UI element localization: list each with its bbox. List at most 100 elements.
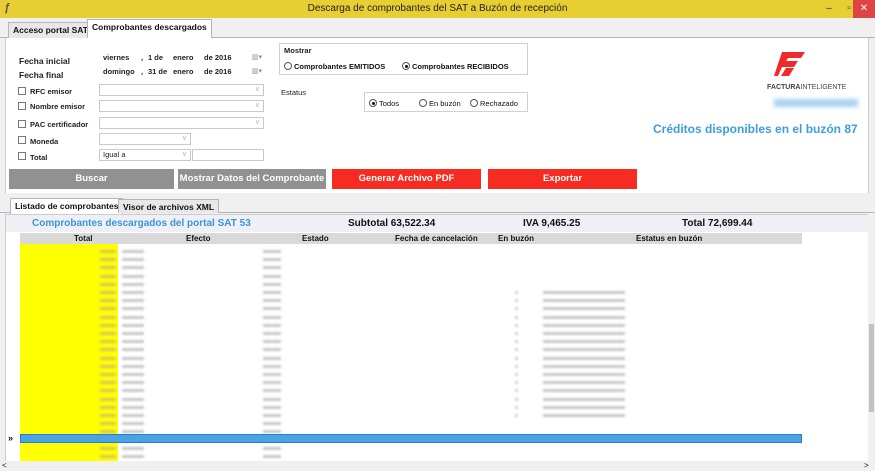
blurred-cell [263, 430, 281, 434]
col-estatus-buzon[interactable]: Estatus en buzón [636, 234, 702, 243]
radio-comprobantes-recibidos[interactable]: Comprobantes RECIBIDOS [402, 62, 509, 71]
tab-visor-xml[interactable]: Visor de archivos XML [118, 199, 220, 213]
table-row[interactable] [20, 378, 802, 386]
blurred-cell [263, 414, 281, 417]
scroll-right-icon[interactable]: > [864, 461, 869, 470]
generar-pdf-button[interactable]: Generar Archivo PDF [332, 169, 481, 189]
nombre-emisor-checkbox[interactable] [18, 102, 26, 110]
table-row[interactable] [20, 337, 802, 345]
table-row[interactable] [20, 255, 802, 263]
table-row[interactable] [20, 354, 802, 362]
moneda-checkbox[interactable] [18, 136, 26, 144]
pac-certificador-label: PAC certificador [30, 120, 89, 129]
table-row[interactable] [20, 386, 802, 394]
mostrar-group: Mostrar Comprobantes EMITIDOS Comprobant… [279, 43, 528, 75]
minimize-button[interactable]: – [818, 0, 840, 18]
fecha-final-year: de 2016 [204, 67, 232, 76]
table-row[interactable] [20, 304, 802, 312]
fecha-final-picker[interactable]: domingo , 31 de enero de 2016 ▥▾ [99, 66, 264, 78]
total-operator-select[interactable]: Igual a ∨ [99, 149, 191, 161]
blurred-cell [515, 323, 518, 327]
blurred-cell [543, 315, 625, 319]
blurred-cell [263, 455, 281, 458]
table-row[interactable] [20, 370, 802, 378]
total-amount-input[interactable] [192, 149, 264, 161]
fecha-inicial-picker[interactable]: viernes , 1 de enero de 2016 ▥▾ [99, 52, 264, 64]
table-row[interactable] [20, 411, 802, 419]
pac-certificador-checkbox[interactable] [18, 120, 26, 128]
radio-estatus-rechazado[interactable]: Rechazado [470, 99, 518, 108]
fecha-final-weekday: domingo [103, 67, 135, 76]
moneda-select[interactable]: ∨ [99, 133, 191, 145]
calendar-dropdown-icon[interactable]: ▥▾ [252, 53, 262, 63]
col-total[interactable]: Total [74, 234, 93, 243]
table-row[interactable] [20, 247, 802, 255]
col-efecto[interactable]: Efecto [186, 234, 210, 243]
blurred-cell [543, 291, 625, 294]
tab-listado-comprobantes[interactable]: Listado de comprobantes [10, 198, 124, 214]
radio-estatus-todos[interactable]: Todos [369, 99, 399, 108]
total-checkbox[interactable] [18, 152, 26, 160]
pac-certificador-select[interactable]: ∨ [99, 117, 264, 129]
nombre-emisor-select[interactable]: ∨ [99, 100, 264, 112]
moneda-label: Moneda [30, 137, 59, 146]
rfc-emisor-checkbox[interactable] [18, 87, 26, 95]
blurred-cell [100, 282, 116, 286]
table-row[interactable] [20, 296, 802, 304]
blurred-cell [263, 282, 281, 286]
blurred-cell [543, 364, 625, 368]
radio-estatus-en-buzon[interactable]: En buzón [419, 99, 461, 108]
title-bar: ƒ Descarga de comprobantes del SAT a Buz… [0, 0, 875, 18]
buscar-button[interactable]: Buscar [9, 169, 174, 189]
blurred-cell [122, 323, 144, 327]
radio-comprobantes-emitidos[interactable]: Comprobantes EMITIDOS [284, 62, 385, 71]
table-row[interactable] [20, 403, 802, 411]
blurred-cell [100, 307, 116, 311]
exportar-button[interactable]: Exportar [488, 169, 637, 189]
rfc-emisor-select[interactable]: ∨ [99, 84, 264, 96]
tab-acceso-portal-sat[interactable]: Acceso portal SAT [8, 22, 93, 38]
scroll-left-icon[interactable]: < [2, 461, 7, 470]
vertical-scroll-thumb[interactable] [869, 324, 874, 412]
table-row[interactable] [20, 263, 802, 271]
calendar-dropdown-icon[interactable]: ▥▾ [252, 67, 262, 77]
blurred-cell [100, 381, 116, 385]
table-row[interactable] [20, 395, 802, 403]
vertical-scrollbar[interactable] [868, 214, 875, 461]
blurred-cell [122, 332, 144, 335]
table-row[interactable] [20, 444, 802, 452]
table-row[interactable] [20, 280, 802, 288]
table-row[interactable] [20, 313, 802, 321]
grid-header: Total Efecto Estado Fecha de cancelación… [20, 233, 802, 244]
blurred-cell [515, 414, 518, 417]
blurred-cell [263, 323, 281, 327]
col-fecha-cancelacion[interactable]: Fecha de cancelación [395, 234, 478, 243]
selected-row[interactable] [20, 434, 802, 443]
horizontal-scrollbar[interactable]: < > [0, 461, 875, 471]
table-row[interactable] [20, 321, 802, 329]
table-row[interactable] [20, 288, 802, 296]
blurred-cell [122, 389, 144, 393]
blurred-cell [263, 258, 281, 262]
table-row[interactable] [20, 419, 802, 427]
blurred-cell [263, 397, 281, 401]
chevron-down-icon: ∨ [254, 86, 260, 93]
blurred-cell [515, 332, 518, 335]
blurred-cell [122, 299, 144, 303]
blurred-cell [100, 250, 116, 253]
close-button[interactable]: ✕ [853, 0, 875, 18]
blurred-cell [100, 397, 116, 401]
table-row[interactable] [20, 452, 802, 460]
mostrar-datos-button[interactable]: Mostrar Datos del Comprobante [178, 169, 326, 189]
fecha-inicial-weekday: viernes [103, 53, 130, 62]
chevron-down-icon: ∨ [181, 151, 187, 158]
tab-comprobantes-descargados[interactable]: Comprobantes descargados [87, 19, 212, 39]
table-row[interactable] [20, 329, 802, 337]
estatus-label: Estatus [281, 88, 307, 97]
radio-on-icon [369, 99, 377, 107]
table-row[interactable] [20, 272, 802, 280]
table-row[interactable] [20, 345, 802, 353]
col-estado[interactable]: Estado [302, 234, 329, 243]
table-row[interactable] [20, 362, 802, 370]
col-en-buzon[interactable]: En buzón [498, 234, 534, 243]
